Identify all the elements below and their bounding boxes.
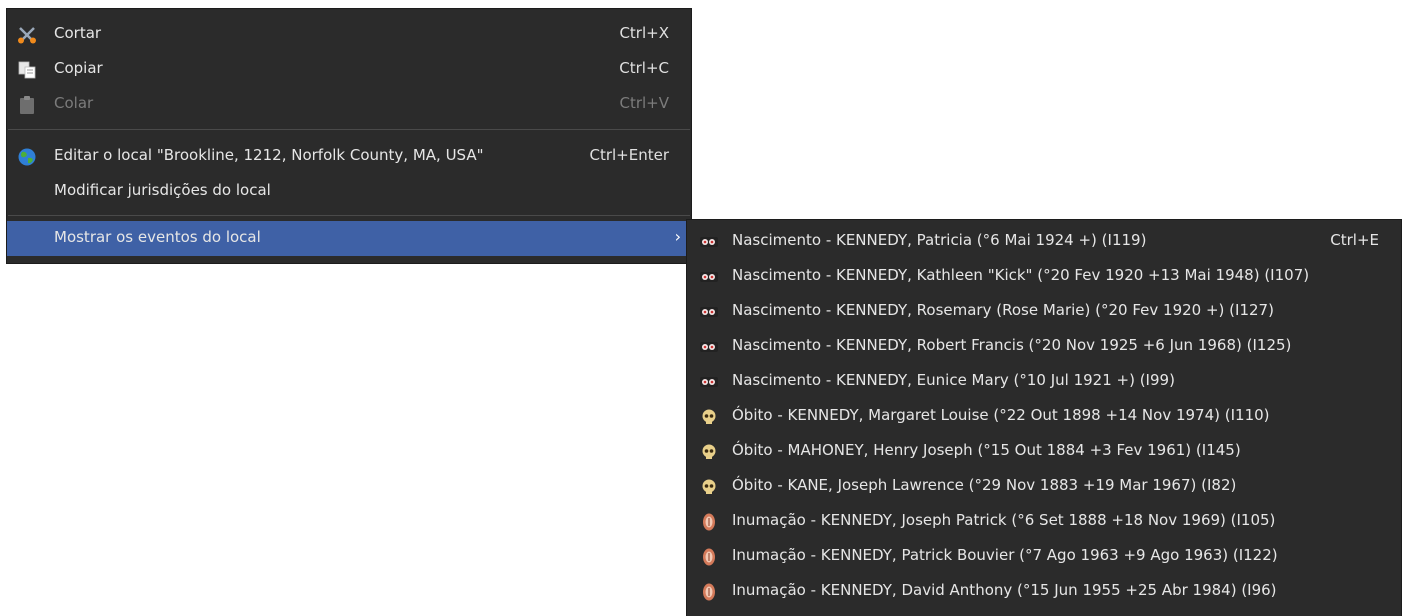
- menu-item-label: Colar: [54, 94, 94, 112]
- menu-item-label: Modificar jurisdições do local: [54, 181, 271, 199]
- shortcut-label: Ctrl+V: [619, 94, 669, 112]
- birth-icon: [699, 372, 719, 392]
- context-menu: Cortar Ctrl+X Copiar Ctrl+C Colar Ctrl+V: [6, 8, 692, 264]
- copy-icon: [17, 60, 37, 80]
- shortcut-label: Ctrl+E: [1330, 231, 1379, 249]
- event-item[interactable]: Nascimento - KENNEDY, Patricia (°6 Mai 1…: [687, 224, 1401, 259]
- event-item[interactable]: Óbito - KENNEDY, Margaret Louise (°22 Ou…: [687, 399, 1401, 434]
- skull-icon: [699, 407, 719, 427]
- skull-icon: [699, 477, 719, 497]
- event-item-label: Nascimento - KENNEDY, Patricia (°6 Mai 1…: [732, 231, 1147, 249]
- shortcut-label: Ctrl+Enter: [589, 146, 669, 164]
- event-item-label: Nascimento - KENNEDY, Robert Francis (°2…: [732, 336, 1292, 354]
- event-item[interactable]: Nascimento - KENNEDY, Eunice Mary (°10 J…: [687, 364, 1401, 399]
- birth-icon: [699, 337, 719, 357]
- menu-item-show-place-events[interactable]: Mostrar os eventos do local ›: [7, 221, 691, 256]
- menu-item-label: Copiar: [54, 59, 103, 77]
- event-item-label: Nascimento - KENNEDY, Eunice Mary (°10 J…: [732, 371, 1175, 389]
- event-item[interactable]: Óbito - MAHONEY, Henry Joseph (°15 Out 1…: [687, 434, 1401, 469]
- shortcut-label: Ctrl+C: [619, 59, 669, 77]
- menu-separator: [8, 129, 690, 130]
- burial-icon: [699, 512, 719, 532]
- event-item-label: Inumação - KENNEDY, David Anthony (°15 J…: [732, 581, 1277, 599]
- event-item-label: Inumação - KENNEDY, Patrick Bouvier (°7 …: [732, 546, 1278, 564]
- birth-icon: [699, 232, 719, 252]
- skull-icon: [699, 442, 719, 462]
- event-item[interactable]: Nascimento - KENNEDY, Rosemary (Rose Mar…: [687, 294, 1401, 329]
- menu-item-label: Mostrar os eventos do local: [54, 228, 261, 246]
- event-item-label: Nascimento - KENNEDY, Rosemary (Rose Mar…: [732, 301, 1274, 319]
- scissors-icon: [17, 25, 37, 45]
- globe-icon: [17, 147, 37, 167]
- menu-item-modify-jurisdictions[interactable]: Modificar jurisdições do local: [7, 174, 691, 209]
- place-events-submenu: Nascimento - KENNEDY, Patricia (°6 Mai 1…: [686, 219, 1402, 616]
- event-item-label: Inumação - KENNEDY, Joseph Patrick (°6 S…: [732, 511, 1276, 529]
- menu-item-label: Cortar: [54, 24, 102, 42]
- burial-icon: [699, 547, 719, 567]
- burial-icon: [699, 582, 719, 602]
- shortcut-label: Ctrl+X: [619, 24, 669, 42]
- event-item-label: Óbito - MAHONEY, Henry Joseph (°15 Out 1…: [732, 441, 1241, 459]
- event-item-label: Óbito - KENNEDY, Margaret Louise (°22 Ou…: [732, 406, 1270, 424]
- event-item-label: Nascimento - KENNEDY, Kathleen "Kick" (°…: [732, 266, 1310, 284]
- event-item[interactable]: Inumação - KENNEDY, Joseph Patrick (°6 S…: [687, 504, 1401, 539]
- submenu-arrow-icon: ›: [674, 227, 681, 246]
- event-item[interactable]: Óbito - KANE, Joseph Lawrence (°29 Nov 1…: [687, 469, 1401, 504]
- menu-item-edit-place[interactable]: Editar o local "Brookline, 1212, Norfolk…: [7, 139, 691, 174]
- event-item[interactable]: Inumação - KENNEDY, Patrick Bouvier (°7 …: [687, 539, 1401, 574]
- birth-icon: [699, 302, 719, 322]
- menu-separator: [8, 215, 690, 216]
- menu-item-label: Editar o local "Brookline, 1212, Norfolk…: [54, 146, 484, 164]
- event-item-label: Óbito - KANE, Joseph Lawrence (°29 Nov 1…: [732, 476, 1237, 494]
- birth-icon: [699, 267, 719, 287]
- paste-icon: [17, 95, 37, 115]
- menu-item-cut[interactable]: Cortar Ctrl+X: [7, 17, 691, 52]
- event-item[interactable]: Nascimento - KENNEDY, Robert Francis (°2…: [687, 329, 1401, 364]
- menu-item-copy[interactable]: Copiar Ctrl+C: [7, 52, 691, 87]
- menu-item-paste[interactable]: Colar Ctrl+V: [7, 87, 691, 122]
- event-item[interactable]: Nascimento - KENNEDY, Kathleen "Kick" (°…: [687, 259, 1401, 294]
- event-item[interactable]: Inumação - KENNEDY, David Anthony (°15 J…: [687, 574, 1401, 609]
